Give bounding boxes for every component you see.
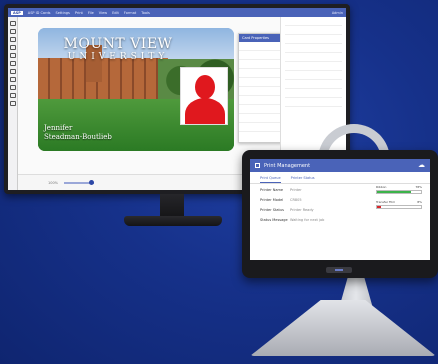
tablet-screen: Print Management ☁ Print Queue Printer S…: [250, 159, 430, 260]
person-head-icon: [195, 75, 215, 99]
ribbon-label: Ribbon: [376, 185, 387, 189]
menu-item[interactable]: Settings: [56, 11, 70, 15]
menu-item[interactable]: File: [88, 11, 94, 15]
info-row: Printer Status Printer Ready: [260, 205, 350, 215]
ribbon-pct: 78%: [415, 185, 422, 189]
cardholder-name[interactable]: Jennifer Steadman-Boutlieb: [44, 124, 112, 142]
menu-item[interactable]: View: [99, 11, 107, 15]
tablet-card-reader: [326, 267, 352, 273]
info-key: Printer Status: [260, 208, 284, 212]
tab-printer-status[interactable]: Printer Status: [291, 176, 315, 183]
photo-tool-icon[interactable]: [9, 69, 16, 74]
setting-row[interactable]: [285, 20, 342, 26]
info-value: Printer Ready: [290, 208, 314, 212]
setting-row[interactable]: [285, 47, 342, 53]
card-subtitle[interactable]: UNIVERSITY: [38, 52, 198, 62]
ribbon-bar-fill: [377, 191, 412, 193]
setting-row[interactable]: [285, 65, 342, 71]
line-tool-icon[interactable]: [9, 61, 16, 66]
image-tool-icon[interactable]: [9, 37, 16, 42]
monitor-stand-neck: [160, 194, 184, 218]
film-level: Transfer Film 8%: [376, 200, 422, 209]
tablet-tabs: Print Queue Printer Status: [250, 172, 430, 184]
setting-row[interactable]: [285, 38, 342, 44]
design-canvas[interactable]: MOUNT VIEW UNIVERSITY Jennifer Steadman-…: [18, 17, 294, 174]
setting-row[interactable]: [285, 92, 342, 98]
save-tool-icon[interactable]: [9, 101, 16, 106]
app-name: ASP ID Cards: [27, 10, 51, 15]
printer-info: Printer Name Printer Printer Model CR805…: [260, 185, 350, 225]
monitor-stand-base: [124, 216, 222, 226]
info-key: Status Message: [260, 218, 288, 222]
card-building-image: [38, 57, 168, 102]
menu-item[interactable]: Tools: [141, 11, 150, 15]
setting-row[interactable]: [285, 83, 342, 89]
barcode-tool-icon[interactable]: [9, 53, 16, 58]
info-row: Printer Model CR805: [260, 195, 350, 205]
film-label: Transfer Film: [376, 200, 396, 204]
user-menu[interactable]: Admin: [332, 11, 343, 15]
film-bar-fill: [377, 206, 381, 208]
info-key: Printer Model: [260, 198, 284, 202]
print-tool-icon[interactable]: [9, 93, 16, 98]
info-value: Printer: [290, 188, 302, 192]
info-value: CR805: [290, 198, 302, 202]
tab-print-queue[interactable]: Print Queue: [260, 176, 281, 183]
film-pct: 8%: [417, 200, 422, 204]
info-row: Printer Name Printer: [260, 185, 350, 195]
card-title[interactable]: MOUNT VIEW: [38, 36, 198, 52]
brand-logo: ASP: [11, 10, 23, 15]
menu-item[interactable]: Print: [75, 11, 83, 15]
photo-placeholder[interactable]: [180, 67, 228, 125]
text-tool-icon[interactable]: [9, 29, 16, 34]
tablet-device: Print Management ☁ Print Queue Printer S…: [242, 150, 438, 278]
info-row: Status Message Waiting for next job: [260, 215, 350, 225]
tablet-header: Print Management ☁: [250, 159, 430, 172]
setting-row[interactable]: [285, 56, 342, 62]
tool-strip: [8, 17, 18, 190]
info-key: Printer Name: [260, 188, 284, 192]
setting-row[interactable]: [285, 74, 342, 80]
tablet-stand-base: [250, 300, 436, 356]
first-name: Jennifer: [44, 124, 73, 132]
last-name: Steadman-Boutlieb: [44, 133, 112, 141]
ribbon-bar: [376, 190, 422, 194]
menu-bar: ASP ASP ID Cards Settings Print File Vie…: [8, 8, 346, 17]
setting-row[interactable]: [285, 101, 342, 107]
zoom-slider[interactable]: [64, 179, 95, 185]
zoom-label: 100%: [48, 180, 59, 185]
supply-levels: Ribbon 78% Transfer Film 8%: [376, 185, 422, 215]
menu-item[interactable]: Format: [124, 11, 136, 15]
layer-tool-icon[interactable]: [9, 77, 16, 82]
select-tool-icon[interactable]: [9, 21, 16, 26]
setting-row[interactable]: [285, 29, 342, 35]
shape-tool-icon[interactable]: [9, 45, 16, 50]
info-value: Waiting for next job: [290, 218, 325, 222]
ribbon-level: Ribbon 78%: [376, 185, 422, 194]
id-card-preview[interactable]: MOUNT VIEW UNIVERSITY Jennifer Steadman-…: [38, 28, 234, 151]
menu-item[interactable]: Edit: [112, 11, 119, 15]
person-body-icon: [185, 98, 225, 124]
film-bar: [376, 205, 422, 209]
tablet-title: Print Management: [264, 162, 311, 169]
menu-grid-icon[interactable]: [255, 163, 260, 168]
cloud-icon[interactable]: ☁: [418, 162, 425, 169]
color-tool-icon[interactable]: [9, 85, 16, 90]
